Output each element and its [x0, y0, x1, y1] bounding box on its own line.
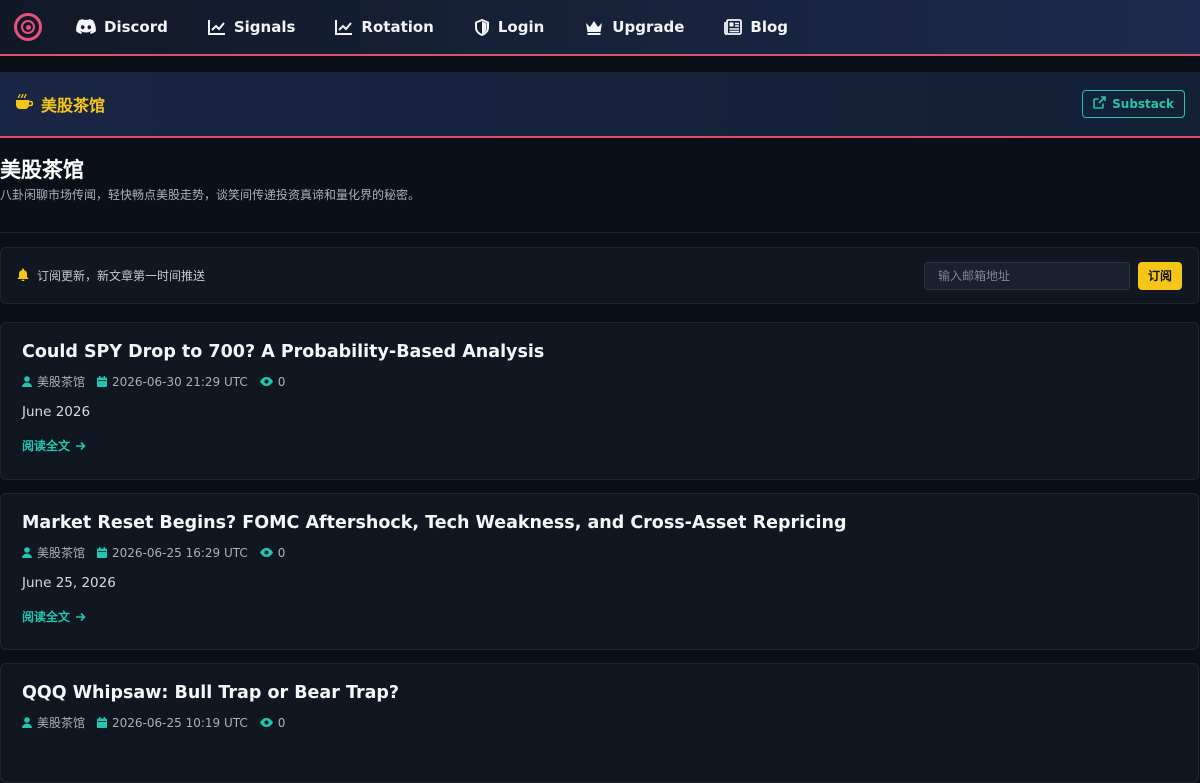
- nav-label: Signals: [233, 18, 296, 36]
- read-more-label: 阅读全文: [22, 439, 71, 453]
- nav-label: Rotation: [361, 18, 434, 36]
- nav-login[interactable]: Login: [474, 18, 544, 36]
- post-author: 美股茶馆: [22, 544, 85, 561]
- user-icon: [22, 717, 32, 728]
- post-meta: 美股茶馆 2026-06-25 10:19 UTC 0: [22, 714, 1177, 731]
- top-nav: Discord Signals Rotation Login Upgrade B…: [0, 0, 1200, 56]
- substack-button[interactable]: Substack: [1082, 90, 1185, 118]
- banner-title: 美股茶馆: [15, 92, 105, 116]
- read-more-link[interactable]: 阅读全文: [22, 608, 1177, 625]
- chart-line-icon: [207, 19, 226, 35]
- post-date: 2026-06-25 16:29 UTC: [97, 546, 248, 560]
- nav-label: Blog: [750, 18, 789, 36]
- post-views: 0: [259, 374, 286, 389]
- views-count: 0: [277, 545, 286, 560]
- divider: [0, 232, 1200, 233]
- post-views: 0: [259, 545, 286, 560]
- user-icon: [22, 547, 32, 558]
- nav-label: Discord: [104, 18, 168, 36]
- eye-icon: [259, 377, 273, 386]
- post-meta: 美股茶馆 2026-06-25 16:29 UTC 0: [22, 544, 1177, 561]
- email-field[interactable]: [924, 261, 1130, 290]
- discord-icon: [76, 19, 96, 35]
- calendar-icon: [97, 547, 108, 558]
- nav-blog[interactable]: Blog: [724, 18, 788, 36]
- substack-label: Substack: [1112, 97, 1174, 111]
- blog-banner: 美股茶馆 Substack: [0, 72, 1200, 138]
- eye-icon: [259, 718, 273, 727]
- subscribe-box: 订阅更新，新文章第一时间推送 订阅: [0, 247, 1199, 304]
- arrow-right-icon: [76, 441, 86, 450]
- post-card: Market Reset Begins? FOMC Aftershock, Te…: [0, 493, 1199, 650]
- post-author: 美股茶馆: [22, 714, 85, 731]
- chart-line-icon: [335, 19, 353, 35]
- mug-icon: [15, 93, 34, 114]
- nav-label: Upgrade: [612, 18, 685, 36]
- date-text: 2026-06-25 16:29 UTC: [112, 545, 248, 560]
- read-more-label: 阅读全文: [22, 610, 71, 624]
- arrow-right-icon: [76, 612, 86, 621]
- crown-icon: [584, 19, 604, 35]
- nav-upgrade[interactable]: Upgrade: [584, 18, 684, 36]
- post-date: 2026-06-30 21:29 UTC: [97, 375, 248, 389]
- external-link-icon: [1093, 96, 1106, 112]
- subscribe-text: 订阅更新，新文章第一时间推送: [37, 269, 206, 283]
- date-text: 2026-06-30 21:29 UTC: [112, 374, 248, 389]
- page-subtitle: 八卦闲聊市场传闻，轻快畅点美股走势，谈笑间传递投资真谛和量化界的秘密。: [0, 188, 421, 202]
- post-date: 2026-06-25 10:19 UTC: [97, 716, 248, 730]
- author-name: 美股茶馆: [37, 716, 86, 730]
- subscribe-prompt: 订阅更新，新文章第一时间推送: [17, 267, 924, 284]
- target-icon[interactable]: [14, 13, 42, 41]
- nav-discord[interactable]: Discord: [76, 18, 168, 36]
- post-card: QQQ Whipsaw: Bull Trap or Bear Trap? 美股茶…: [0, 663, 1199, 783]
- logo-ring: [21, 20, 35, 34]
- page-title: 美股茶馆: [0, 158, 84, 182]
- calendar-icon: [97, 376, 108, 387]
- author-name: 美股茶馆: [37, 546, 86, 560]
- post-excerpt: June 25, 2026: [22, 575, 116, 591]
- banner-title-text: 美股茶馆: [41, 96, 106, 115]
- views-count: 0: [277, 374, 286, 389]
- views-count: 0: [277, 715, 286, 730]
- shield-icon: [474, 18, 490, 36]
- nav-signals[interactable]: Signals: [207, 18, 296, 36]
- eye-icon: [259, 548, 273, 557]
- bell-icon: [17, 268, 29, 284]
- subscribe-button[interactable]: 订阅: [1138, 261, 1182, 290]
- read-more-link[interactable]: 阅读全文: [22, 437, 1177, 454]
- logo-dot: [25, 24, 31, 30]
- post-views: 0: [259, 715, 286, 730]
- nav-rotation[interactable]: Rotation: [335, 18, 434, 36]
- user-icon: [22, 376, 32, 387]
- post-title[interactable]: Market Reset Begins? FOMC Aftershock, Te…: [22, 513, 1177, 533]
- post-card: Could SPY Drop to 700? A Probability-Bas…: [0, 322, 1199, 480]
- date-text: 2026-06-25 10:19 UTC: [112, 715, 248, 730]
- post-title[interactable]: QQQ Whipsaw: Bull Trap or Bear Trap?: [22, 683, 1177, 703]
- calendar-icon: [97, 717, 108, 728]
- post-title[interactable]: Could SPY Drop to 700? A Probability-Bas…: [22, 342, 1177, 362]
- newspaper-icon: [724, 19, 743, 35]
- post-excerpt: June 2026: [22, 404, 91, 420]
- nav-label: Login: [497, 18, 545, 36]
- post-meta: 美股茶馆 2026-06-30 21:29 UTC 0: [22, 373, 1177, 390]
- post-author: 美股茶馆: [22, 373, 85, 390]
- author-name: 美股茶馆: [37, 375, 86, 389]
